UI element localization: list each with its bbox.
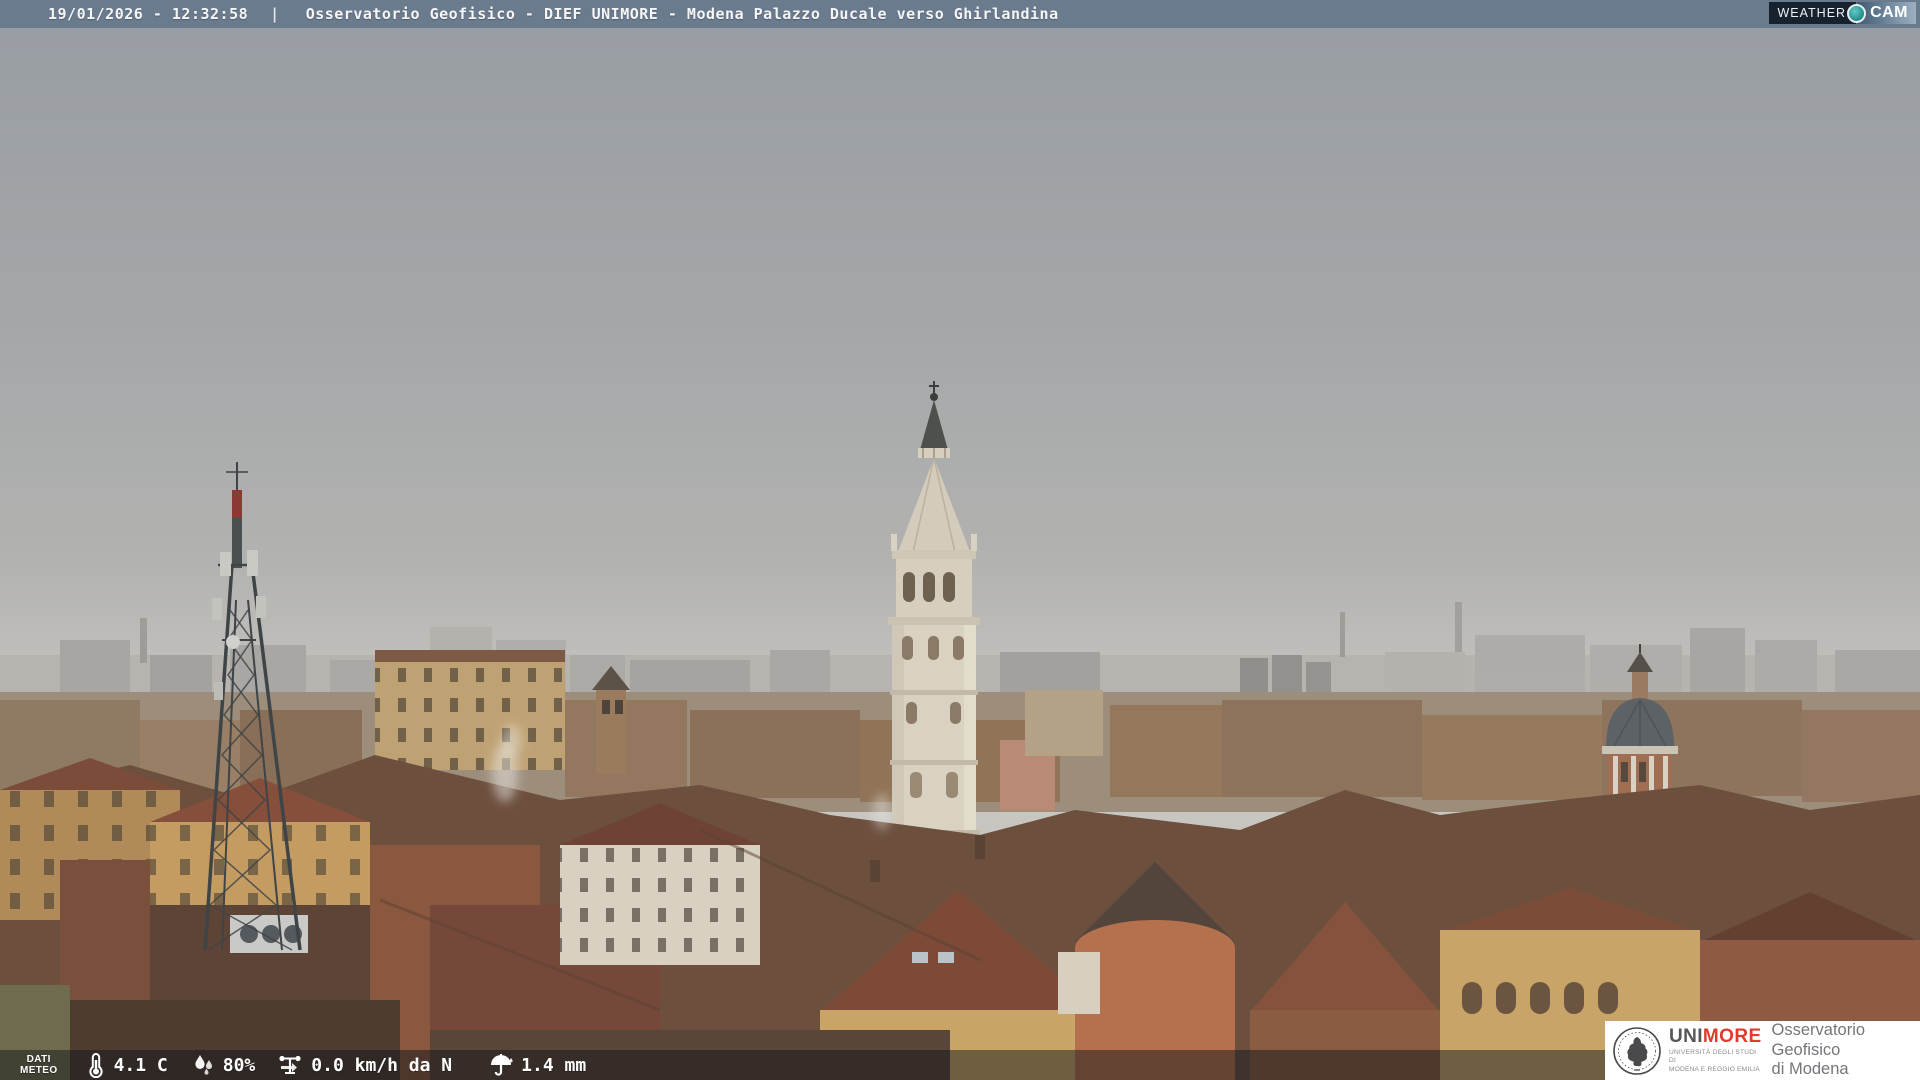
rain-value: 1.4 mm [521,1055,586,1076]
unimore-more-text: MORE [1703,1026,1762,1047]
thermometer-icon [85,1052,107,1078]
unimore-uni-text: UNI [1669,1026,1703,1047]
temperature-value: 4.1 C [114,1055,168,1076]
humidity-drops-icon [190,1052,216,1078]
weathercam-weather-label: WEATHER [1769,2,1856,24]
wind-value: 0.0 km/h da N [311,1055,452,1076]
separator: | [270,5,280,23]
ghirlandina-tower [888,381,980,863]
umbrella-icon [488,1052,514,1078]
wind-reading: 0.0 km/h da N [277,1052,452,1078]
observatory-name: Osservatorio Geofisico di Modena [1772,1021,1920,1080]
rain-reading: 1.4 mm [488,1052,586,1078]
university-subtitle: UNIVERSITÀ DEGLI STUDI DI MODENA E REGGI… [1669,1049,1762,1074]
temperature-reading: 4.1 C [85,1052,168,1078]
humidity-reading: 80% [190,1052,256,1078]
unimore-branding: UNIMORE UNIVERSITÀ DEGLI STUDI DI MODENA… [1605,1021,1920,1080]
humidity-value: 80% [223,1055,256,1076]
top-bar: 19/01/2026 - 12:32:58 | Osservatorio Geo… [0,0,1920,28]
weathercam-logo: WEATHER CAM [1769,2,1916,24]
webcam-viewer: 19/01/2026 - 12:32:58 | Osservatorio Geo… [0,0,1920,1080]
unimore-seal-logo [1612,1025,1662,1077]
webcam-photo [0,0,1920,1080]
modena-cityscape [0,0,1920,1080]
timestamp: 19/01/2026 - 12:32:58 [48,5,248,23]
dati-meteo-label: DATI METEO [20,1054,58,1077]
anemometer-icon [277,1052,304,1078]
camera-lens-icon [1847,4,1866,23]
unimore-wordmark: UNIMORE UNIVERSITÀ DEGLI STUDI DI MODENA… [1669,1027,1762,1074]
camera-title: Osservatorio Geofisico - DIEF UNIMORE - … [306,5,1059,23]
